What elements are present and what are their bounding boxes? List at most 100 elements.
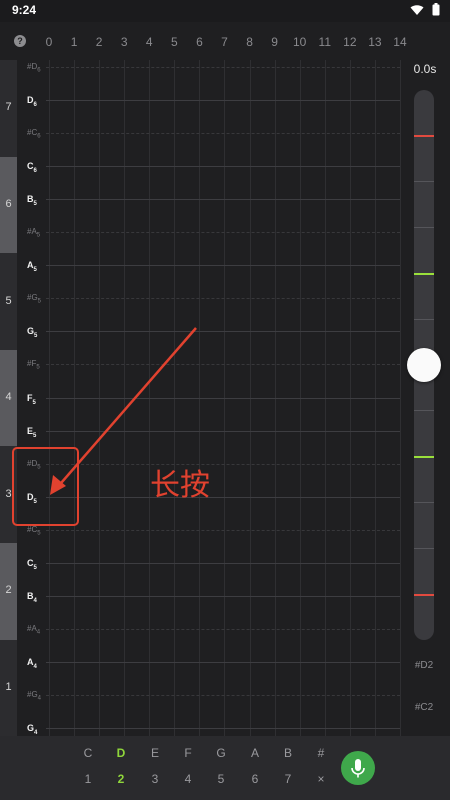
fret-number: 2	[95, 35, 103, 49]
pitch-line	[46, 529, 400, 531]
key-button[interactable]: D	[109, 746, 133, 760]
note-octave: 5	[33, 432, 37, 439]
note-octave: 4	[37, 695, 42, 702]
pitch-line	[46, 562, 400, 564]
note-label: #G4	[27, 690, 41, 704]
note-grid[interactable]: #D6 D6 #C6 C6 B5 #A5 A5 #G5 G5 #F5 F5 E5 #D5 D5 #C5 C5 B…	[17, 60, 401, 736]
key-button[interactable]: F	[176, 746, 200, 760]
status-bar: 9:24	[0, 0, 450, 22]
bottom-toolbar: C D E F G A B #1 2 3 4 5 6 7 ×	[0, 736, 450, 800]
pitch-line	[46, 100, 400, 102]
fret-number: 9	[271, 35, 278, 49]
pitch-line	[46, 694, 400, 696]
note-label: #G5	[27, 293, 41, 307]
mic-button[interactable]	[341, 751, 375, 785]
note-label: B5	[27, 194, 37, 209]
note-label: B4	[27, 591, 37, 606]
note-octave: 5	[36, 232, 41, 239]
note-octave: 6	[37, 67, 41, 74]
pitch-line	[46, 595, 400, 597]
fret-number: 10	[293, 35, 307, 49]
position-button[interactable]: 2	[109, 772, 133, 786]
fret-line	[399, 60, 401, 736]
fret-number: 8	[246, 35, 253, 49]
status-icons	[410, 3, 440, 16]
note-label: #A4	[27, 624, 40, 638]
note-label: C6	[27, 161, 37, 176]
pitch-line	[46, 166, 400, 168]
fret-number: 4	[145, 35, 153, 49]
key-button[interactable]: G	[209, 746, 233, 760]
pitch-line	[46, 463, 400, 465]
key-button[interactable]: E	[143, 746, 167, 760]
note-label: A4	[27, 657, 37, 672]
note-name: #C	[27, 128, 38, 138]
help-icon[interactable]: ?	[14, 35, 26, 47]
note-label: #C6	[27, 128, 41, 142]
note-name: G	[27, 326, 35, 337]
fret-number: 14	[393, 35, 407, 49]
octave-label: 6	[5, 197, 12, 210]
octave-sidebar: 7654321	[0, 60, 17, 737]
slider-tick	[414, 594, 434, 596]
octave-label: 7	[5, 101, 12, 114]
fret-number: 12	[343, 35, 357, 49]
note-label: #A5	[27, 227, 40, 241]
fret-number: 7	[221, 35, 228, 49]
key-button[interactable]: A	[243, 746, 267, 760]
key-button[interactable]: B	[276, 746, 300, 760]
note-octave: 5	[33, 564, 37, 571]
pitch-slider-thumb[interactable]	[407, 348, 441, 382]
pitch-line	[46, 496, 400, 498]
timer-label: 0.0s	[413, 62, 437, 76]
note-name: G	[27, 723, 35, 733]
clear-button[interactable]: ×	[309, 772, 333, 786]
slider-tick	[414, 227, 434, 228]
pitch-line	[46, 397, 400, 399]
right-note-label: #D2	[414, 660, 434, 671]
note-octave: 4	[36, 629, 41, 636]
note-name: #D	[27, 62, 38, 71]
note-octave: 4	[33, 663, 37, 670]
pitch-line	[46, 67, 400, 68]
position-button[interactable]: 3	[143, 772, 167, 786]
note-octave: 5	[37, 298, 42, 305]
slider-tick	[414, 548, 434, 549]
position-button[interactable]: 1	[76, 772, 100, 786]
note-label: D6	[27, 95, 37, 110]
note-name: #A	[27, 623, 37, 633]
pitch-line	[46, 133, 400, 135]
note-octave: 5	[34, 333, 38, 340]
pitch-line	[46, 430, 400, 432]
note-label: C5	[27, 558, 37, 573]
position-button[interactable]: 7	[276, 772, 300, 786]
position-button[interactable]: 5	[209, 772, 233, 786]
note-octave: 6	[37, 133, 41, 140]
note-name: #G	[27, 293, 38, 303]
slider-tick	[414, 319, 434, 320]
key-button[interactable]: #	[309, 746, 333, 760]
position-button[interactable]: 4	[176, 772, 200, 786]
note-label: A5	[27, 260, 37, 275]
note-name: #A	[27, 227, 37, 237]
note-label: #D6	[27, 62, 41, 76]
pitch-line	[46, 298, 400, 300]
slider-tick	[414, 502, 434, 503]
note-octave: 5	[33, 200, 37, 207]
pitch-line	[46, 364, 400, 366]
octave-label: 4	[5, 391, 12, 404]
pitch-line	[46, 661, 400, 663]
pitch-line	[46, 628, 400, 630]
key-button[interactable]: C	[76, 746, 100, 760]
note-octave: 5	[36, 365, 40, 372]
fret-number: 13	[368, 35, 382, 49]
long-press-highlight	[12, 447, 79, 526]
note-label: E5	[27, 426, 36, 441]
fret-number: 11	[318, 35, 331, 49]
position-button[interactable]: 6	[243, 772, 267, 786]
fret-number: 0	[45, 35, 53, 49]
right-note-label: #C2	[414, 702, 434, 713]
pitch-line	[46, 232, 400, 234]
wifi-icon	[410, 4, 424, 15]
pitch-line	[46, 728, 400, 729]
